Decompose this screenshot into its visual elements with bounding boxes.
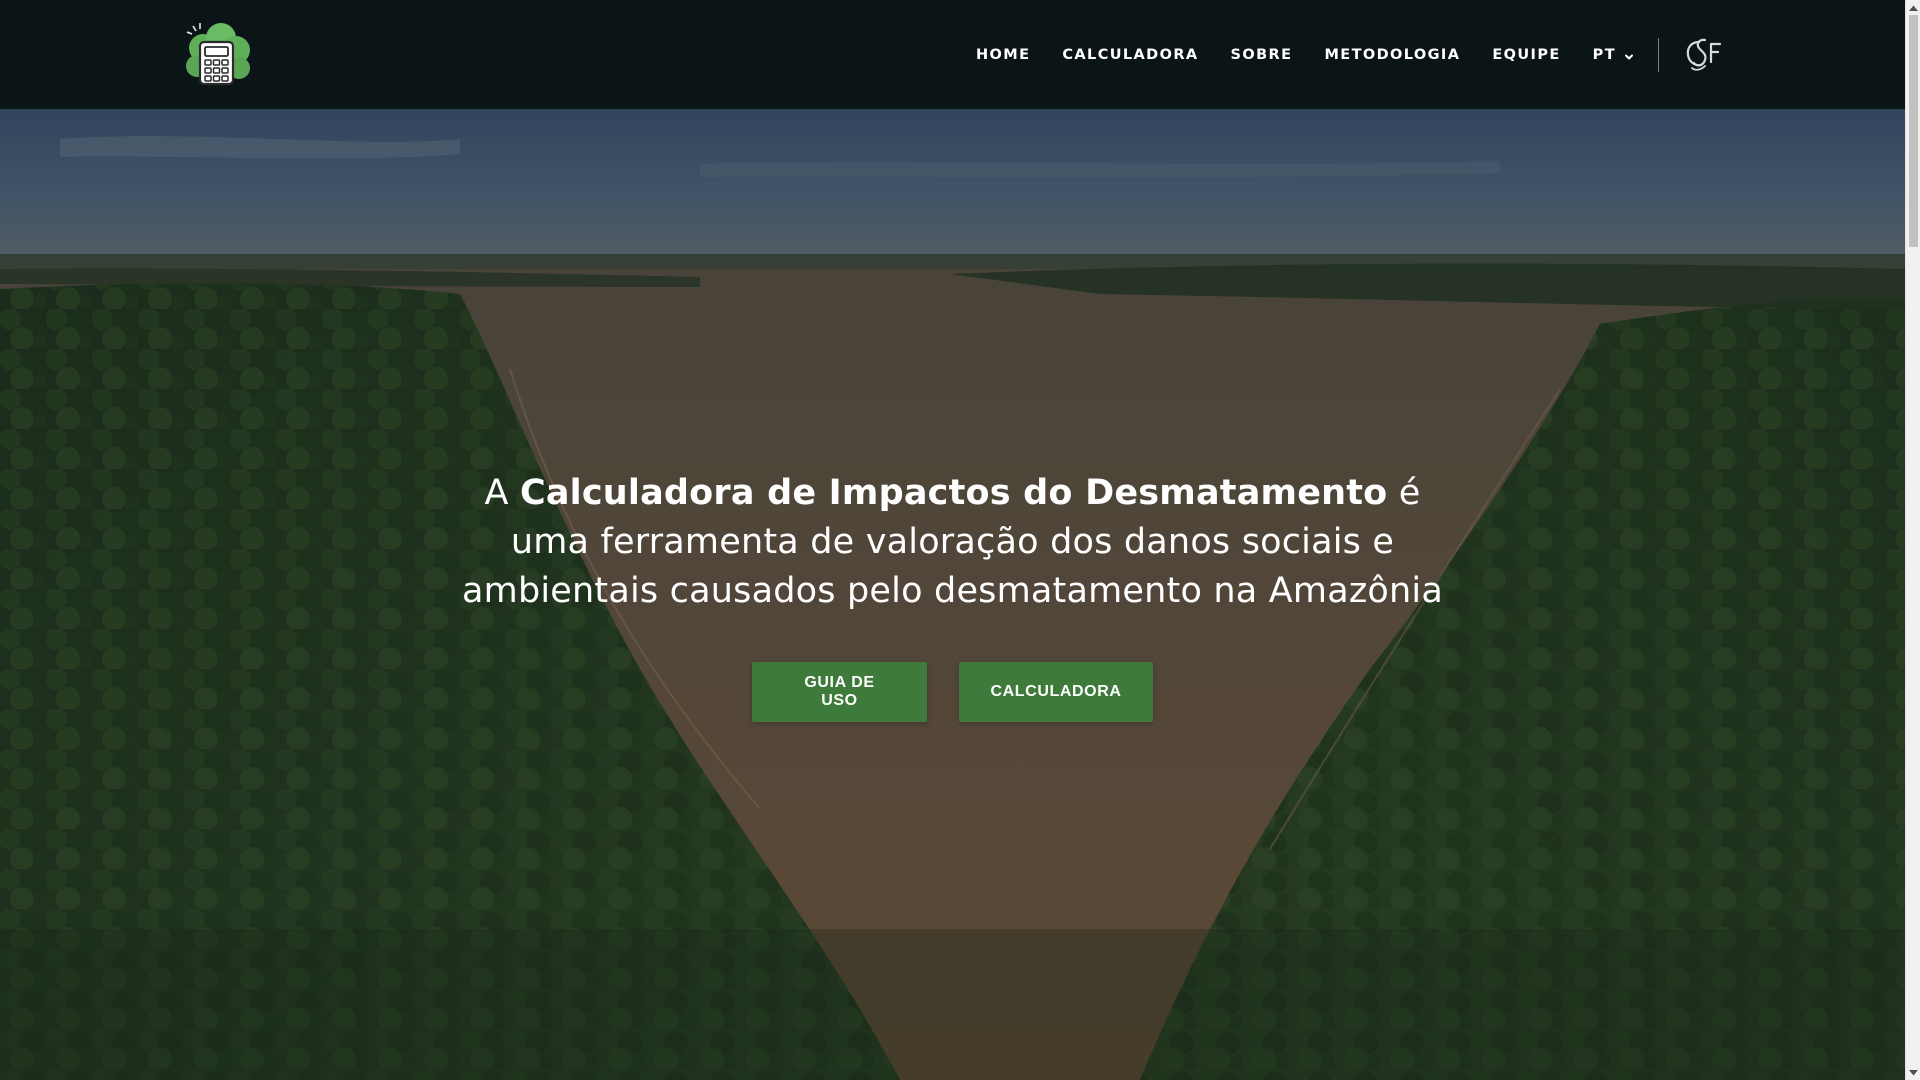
nav-divider	[1658, 37, 1659, 72]
hero-after-title: é	[1387, 473, 1421, 513]
hero-line-3: ambientais causados pelo desmatamento na…	[462, 571, 1443, 611]
hero-section: A Calculadora de Impactos do Desmatament…	[0, 109, 1905, 1080]
nav-equipe[interactable]: EQUIPE	[1492, 47, 1560, 63]
chevron-down-icon	[1624, 50, 1634, 60]
scroll-up-arrow-icon[interactable]	[1906, 0, 1920, 15]
hero-intro: A	[484, 473, 520, 513]
guide-button[interactable]: GUIA DE USO	[752, 662, 927, 722]
nav-calculadora[interactable]: CALCULADORA	[1062, 47, 1198, 63]
hero-headline: A Calculadora de Impactos do Desmatament…	[0, 469, 1905, 616]
hero-line-1: A Calculadora de Impactos do Desmatament…	[0, 469, 1905, 518]
language-label: PT	[1592, 46, 1616, 63]
nav-home[interactable]: HOME	[976, 47, 1030, 63]
nav-sobre[interactable]: SOBRE	[1231, 47, 1293, 63]
nav-metodologia[interactable]: METODOLOGIA	[1324, 47, 1460, 63]
main-nav: HOME CALCULADORA SOBRE METODOLOGIA EQUIP…	[976, 0, 1723, 109]
hero-title: Calculadora de Impactos do Desmatamento	[519, 473, 1388, 513]
language-selector[interactable]: PT	[1593, 47, 1634, 63]
top-navbar: HOME CALCULADORA SOBRE METODOLOGIA EQUIP…	[0, 0, 1905, 109]
scroll-down-arrow-icon[interactable]	[1906, 1065, 1920, 1080]
csf-logo-icon[interactable]	[1683, 36, 1723, 74]
calculator-button[interactable]: CALCULADORA	[959, 662, 1153, 722]
calculator-tree-logo-icon[interactable]	[181, 20, 253, 88]
scrollbar-thumb[interactable]	[1909, 15, 1918, 247]
hero-line-2: uma ferramenta de valoração dos danos so…	[510, 522, 1395, 562]
hero-buttons: GUIA DE USO CALCULADORA	[0, 662, 1905, 722]
vertical-scrollbar[interactable]	[1905, 0, 1920, 1080]
